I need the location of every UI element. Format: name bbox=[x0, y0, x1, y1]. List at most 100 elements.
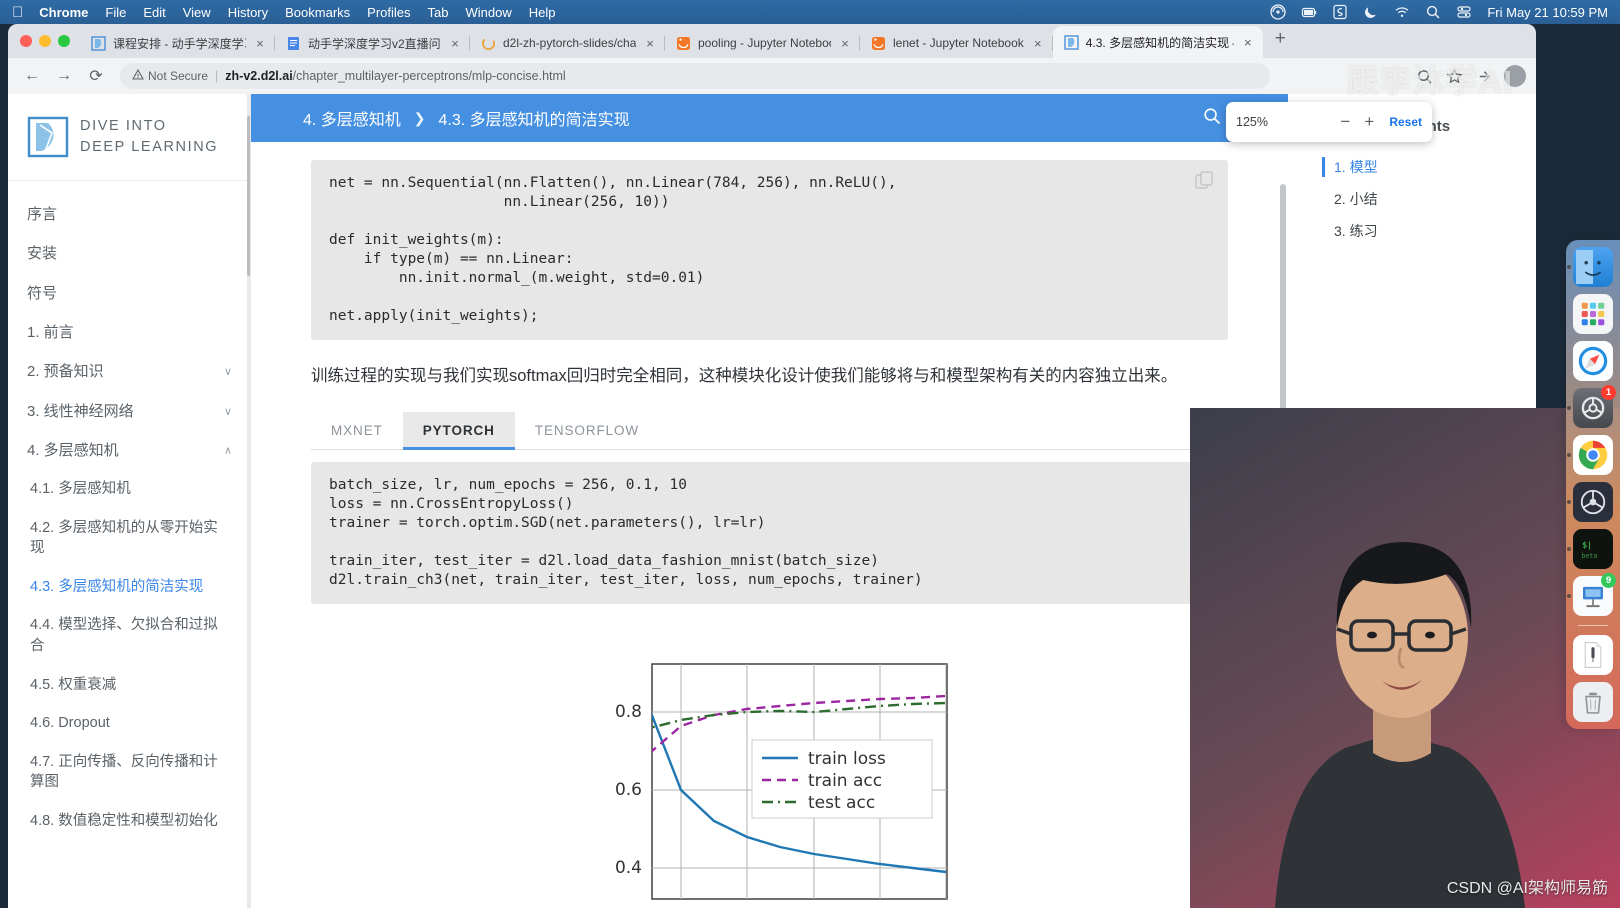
window-controls bbox=[18, 24, 80, 58]
wifi-icon[interactable] bbox=[1394, 4, 1410, 20]
sidebar-item-ch3[interactable]: 3. 线性神经网络 ∨ bbox=[8, 392, 250, 431]
safari-icon[interactable] bbox=[1573, 341, 1613, 381]
running-indicator bbox=[1567, 500, 1571, 504]
running-indicator bbox=[1567, 265, 1571, 269]
trash-icon[interactable] bbox=[1573, 682, 1613, 722]
watermark-bottom: CSDN @AI架构师易筋 bbox=[1446, 880, 1608, 897]
copy-icon[interactable] bbox=[1194, 170, 1214, 190]
chevron-up-icon[interactable]: ∧ bbox=[218, 440, 232, 460]
new-tab-button[interactable]: + bbox=[1263, 28, 1296, 54]
system-settings-icon[interactable]: 1 bbox=[1567, 385, 1616, 428]
sidebar-item-4-7[interactable]: 4.7. 正向传播、反向传播和计算图 bbox=[8, 743, 250, 802]
battery-icon[interactable] bbox=[1301, 4, 1317, 20]
menu-item-profiles[interactable]: Profiles bbox=[367, 5, 410, 20]
menu-item-window[interactable]: Window bbox=[466, 5, 512, 20]
sidebar-item-4-2[interactable]: 4.2. 多层感知机的从零开始实现 bbox=[8, 509, 250, 568]
menu-item-help[interactable]: Help bbox=[529, 5, 556, 20]
sidebar-item-notation[interactable]: 符号 bbox=[8, 274, 250, 313]
do-not-disturb-icon[interactable] bbox=[1363, 4, 1379, 20]
obs-studio-icon[interactable] bbox=[1567, 482, 1613, 522]
browser-tab-0[interactable]: 课程安排 - 动手学深度学习课程 × bbox=[80, 28, 275, 58]
tab-close-button[interactable]: × bbox=[1031, 36, 1045, 51]
zoom-popup[interactable]: 125% − + Reset bbox=[1226, 102, 1432, 142]
reload-button[interactable]: ⟳ bbox=[82, 62, 110, 90]
close-window-button[interactable] bbox=[20, 35, 32, 47]
finder-icon[interactable] bbox=[1567, 247, 1613, 287]
address-bar[interactable]: Not Secure | zh-v2.d2l.ai/chapter_multil… bbox=[120, 63, 1270, 89]
jupyter-icon bbox=[871, 36, 886, 51]
tab-mxnet[interactable]: MXNET bbox=[311, 412, 403, 449]
profile-avatar[interactable] bbox=[1504, 65, 1526, 87]
zoom-out-button[interactable]: − bbox=[1333, 112, 1357, 132]
browser-tab-5-active[interactable]: 4.3. 多层感知机的简洁实现 — 动 × bbox=[1052, 26, 1263, 58]
tab-title: 动手学深度学习v2直播问答 - Go bbox=[308, 36, 441, 51]
sidebar-item-4-8[interactable]: 4.8. 数值稳定性和模型初始化 bbox=[8, 802, 250, 841]
maximize-window-button[interactable] bbox=[58, 35, 70, 47]
apple-logo-icon[interactable]:  bbox=[12, 4, 23, 21]
tab-pytorch[interactable]: PYTORCH bbox=[402, 411, 515, 450]
y-tick-0.4: 0.4 bbox=[614, 858, 641, 878]
dropbox-icon[interactable] bbox=[1270, 4, 1286, 20]
tab-close-button[interactable]: × bbox=[643, 36, 657, 51]
tab-strip: 课程安排 - 动手学深度学习课程 × 动手学深度学习v2直播问答 - Go × … bbox=[8, 24, 1536, 58]
sidebar-item-install[interactable]: 安装 bbox=[8, 234, 250, 273]
sidebar-item-ch1[interactable]: 1. 前言 bbox=[8, 313, 250, 352]
browser-tab-3[interactable]: pooling - Jupyter Notebook × bbox=[665, 28, 860, 58]
framework-tabs: MXNET PYTORCH TENSORFLOW bbox=[311, 411, 1228, 450]
toc-item-model[interactable]: 1. 模型 bbox=[1322, 151, 1536, 183]
keynote-icon[interactable]: 9 bbox=[1567, 573, 1616, 616]
sidebar-item-ch4[interactable]: 4. 多层感知机 ∧ bbox=[8, 431, 250, 470]
spotlight-search-icon[interactable] bbox=[1425, 4, 1441, 20]
browser-tab-1[interactable]: 动手学深度学习v2直播问答 - Go × bbox=[275, 28, 470, 58]
menu-item-view[interactable]: View bbox=[183, 5, 211, 20]
svg-text:$|: $| bbox=[1582, 539, 1592, 549]
code-block-training[interactable]: batch_size, lr, num_epochs = 256, 0.1, 1… bbox=[311, 461, 1228, 604]
menu-item-file[interactable]: File bbox=[105, 5, 126, 20]
tab-close-button[interactable]: × bbox=[838, 36, 852, 51]
menu-item-tab[interactable]: Tab bbox=[428, 5, 449, 20]
menu-item-bookmarks[interactable]: Bookmarks bbox=[285, 5, 350, 20]
sidebar-item-4-1[interactable]: 4.1. 多层感知机 bbox=[8, 470, 250, 509]
site-security-status[interactable]: Not Secure bbox=[132, 68, 208, 84]
browser-tab-2[interactable]: d2l-zh-pytorch-slides/chapter × bbox=[470, 28, 665, 58]
zoom-in-button[interactable]: + bbox=[1357, 112, 1381, 132]
sidebar-item-4-6[interactable]: 4.6. Dropout bbox=[8, 704, 250, 743]
site-brand[interactable]: DIVE INTO DEEP LEARNING bbox=[8, 94, 250, 182]
sidebar-item-preface[interactable]: 序言 bbox=[8, 195, 250, 234]
browser-tab-4[interactable]: lenet - Jupyter Notebook × bbox=[860, 28, 1053, 58]
menu-item-history[interactable]: History bbox=[228, 5, 268, 20]
sidebar-item-4-5[interactable]: 4.5. 权重衰减 bbox=[8, 666, 250, 705]
bookmark-star-icon[interactable] bbox=[1444, 66, 1464, 86]
back-button[interactable]: ← bbox=[18, 62, 46, 90]
tab-close-button[interactable]: × bbox=[1241, 35, 1255, 50]
search-icon[interactable] bbox=[1414, 66, 1434, 86]
zoom-reset-button[interactable]: Reset bbox=[1389, 115, 1422, 129]
shadowsocks-icon[interactable] bbox=[1332, 4, 1348, 20]
sidebar-item-ch2[interactable]: 2. 预备知识 ∨ bbox=[8, 352, 250, 391]
sidebar-item-4-4[interactable]: 4.4. 模型选择、欠拟合和过拟合 bbox=[8, 606, 250, 665]
control-center-icon[interactable] bbox=[1456, 4, 1472, 20]
forward-button[interactable]: → bbox=[50, 62, 78, 90]
menu-bar-clock[interactable]: Fri May 21 10:59 PM bbox=[1487, 5, 1608, 20]
menu-item-edit[interactable]: Edit bbox=[143, 5, 165, 20]
chevron-down-icon[interactable]: ∨ bbox=[218, 401, 232, 421]
code-block-model[interactable]: net = nn.Sequential(nn.Flatten(), nn.Lin… bbox=[311, 160, 1228, 340]
tab-close-button[interactable]: × bbox=[253, 36, 267, 51]
google-chrome-icon[interactable] bbox=[1567, 435, 1613, 475]
breadcrumb-parent[interactable]: 4. 多层感知机 bbox=[303, 106, 401, 130]
document-file-icon[interactable] bbox=[1573, 635, 1613, 675]
search-icon[interactable] bbox=[1202, 106, 1222, 131]
terminal-icon[interactable]: $| beta bbox=[1567, 529, 1613, 569]
toc-item-exercises[interactable]: 3. 练习 bbox=[1322, 215, 1536, 247]
sidebar-item-4-3[interactable]: 4.3. 多层感知机的简洁实现 bbox=[8, 568, 250, 607]
menu-item-chrome[interactable]: Chrome bbox=[39, 5, 88, 20]
tab-title: lenet - Jupyter Notebook bbox=[893, 36, 1024, 50]
toc-item-summary[interactable]: 2. 小结 bbox=[1322, 183, 1536, 215]
extensions-icon[interactable] bbox=[1474, 66, 1494, 86]
minimize-window-button[interactable] bbox=[39, 35, 51, 47]
chevron-down-icon[interactable]: ∨ bbox=[218, 361, 232, 381]
tab-tensorflow[interactable]: TENSORFLOW bbox=[515, 412, 659, 449]
launchpad-icon[interactable] bbox=[1573, 294, 1613, 334]
tab-close-button[interactable]: × bbox=[448, 36, 462, 51]
code-text-model: net = nn.Sequential(nn.Flatten(), nn.Lin… bbox=[329, 175, 897, 324]
